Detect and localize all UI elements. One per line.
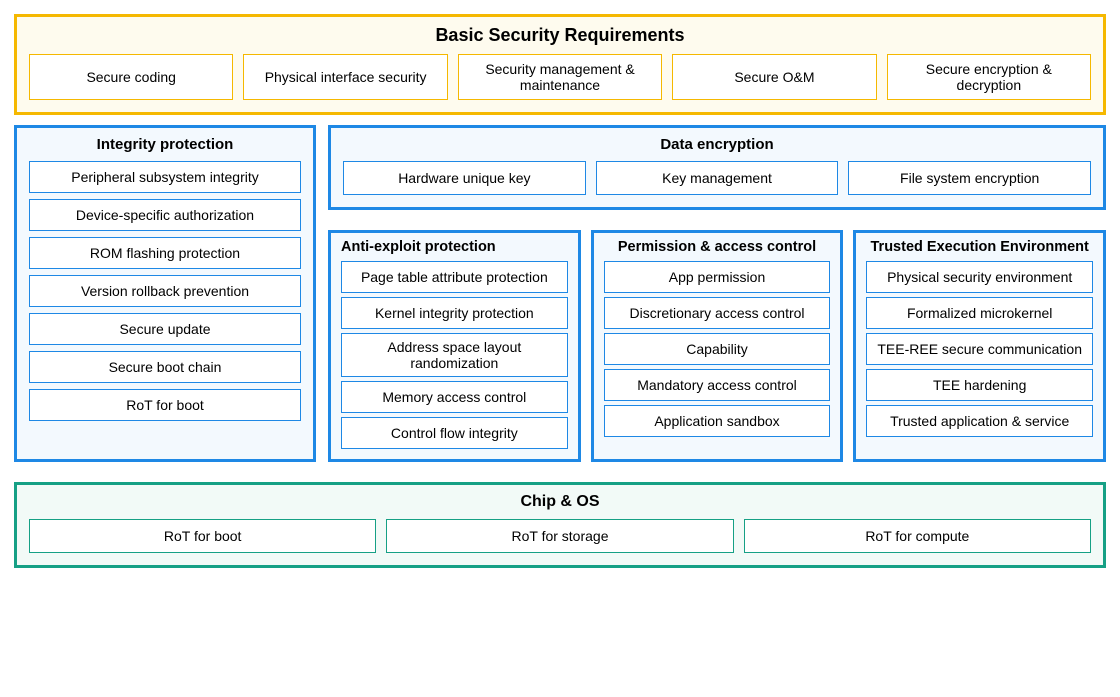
anti-exploit-item: Kernel integrity protection bbox=[341, 297, 568, 329]
basic-security-title: Basic Security Requirements bbox=[29, 25, 1091, 46]
anti-exploit-item: Page table attribute protection bbox=[341, 261, 568, 293]
permission-section: Permission & access control App permissi… bbox=[591, 230, 844, 462]
tee-item: Formalized microkernel bbox=[866, 297, 1093, 329]
chip-os-items: RoT for boot RoT for storage RoT for com… bbox=[29, 519, 1091, 553]
data-encryption-title: Data encryption bbox=[343, 136, 1091, 153]
permission-items: App permission Discretionary access cont… bbox=[604, 261, 831, 437]
integrity-item: Device-specific authorization bbox=[29, 199, 301, 231]
permission-item: App permission bbox=[604, 261, 831, 293]
tee-section: Trusted Execution Environment Physical s… bbox=[853, 230, 1106, 462]
chip-os-item: RoT for storage bbox=[386, 519, 733, 553]
chip-os-item: RoT for boot bbox=[29, 519, 376, 553]
integrity-items: Peripheral subsystem integrity Device-sp… bbox=[29, 161, 301, 421]
integrity-item: ROM flashing protection bbox=[29, 237, 301, 269]
triple-sections: Anti-exploit protection Page table attri… bbox=[328, 230, 1106, 472]
right-area: Data encryption Hardware unique key Key … bbox=[328, 125, 1106, 472]
basic-item: Secure O&M bbox=[672, 54, 876, 100]
permission-item: Application sandbox bbox=[604, 405, 831, 437]
tee-item: Trusted application & service bbox=[866, 405, 1093, 437]
chip-os-section: Chip & OS RoT for boot RoT for storage R… bbox=[14, 482, 1106, 568]
anti-exploit-title: Anti-exploit protection bbox=[341, 239, 568, 255]
permission-item: Discretionary access control bbox=[604, 297, 831, 329]
permission-item: Capability bbox=[604, 333, 831, 365]
integrity-column: Integrity protection Peripheral subsyste… bbox=[14, 125, 316, 472]
integrity-title: Integrity protection bbox=[29, 136, 301, 153]
data-encryption-section: Data encryption Hardware unique key Key … bbox=[328, 125, 1106, 210]
basic-item: Security management & maintenance bbox=[458, 54, 662, 100]
anti-exploit-items: Page table attribute protection Kernel i… bbox=[341, 261, 568, 449]
basic-security-items: Secure coding Physical interface securit… bbox=[29, 54, 1091, 100]
basic-security-section: Basic Security Requirements Secure codin… bbox=[14, 14, 1106, 115]
integrity-item: Version rollback prevention bbox=[29, 275, 301, 307]
integrity-item: Secure update bbox=[29, 313, 301, 345]
data-encryption-items: Hardware unique key Key management File … bbox=[343, 161, 1091, 195]
tee-item: TEE-REE secure communication bbox=[866, 333, 1093, 365]
tee-items: Physical security environment Formalized… bbox=[866, 261, 1093, 437]
integrity-item: RoT for boot bbox=[29, 389, 301, 421]
basic-item: Physical interface security bbox=[243, 54, 447, 100]
integrity-section: Integrity protection Peripheral subsyste… bbox=[14, 125, 316, 462]
anti-exploit-item: Control flow integrity bbox=[341, 417, 568, 449]
middle-sections: Integrity protection Peripheral subsyste… bbox=[14, 125, 1106, 472]
permission-item: Mandatory access control bbox=[604, 369, 831, 401]
integrity-item: Peripheral subsystem integrity bbox=[29, 161, 301, 193]
permission-title: Permission & access control bbox=[604, 239, 831, 255]
data-encryption-item: Hardware unique key bbox=[343, 161, 586, 195]
integrity-item: Secure boot chain bbox=[29, 351, 301, 383]
basic-item: Secure coding bbox=[29, 54, 233, 100]
anti-exploit-item: Address space layout randomization bbox=[341, 333, 568, 377]
chip-os-item: RoT for compute bbox=[744, 519, 1091, 553]
tee-title: Trusted Execution Environment bbox=[866, 239, 1093, 255]
tee-item: TEE hardening bbox=[866, 369, 1093, 401]
tee-item: Physical security environment bbox=[866, 261, 1093, 293]
anti-exploit-item: Memory access control bbox=[341, 381, 568, 413]
basic-item: Secure encryption & decryption bbox=[887, 54, 1091, 100]
chip-os-title: Chip & OS bbox=[29, 493, 1091, 511]
anti-exploit-section: Anti-exploit protection Page table attri… bbox=[328, 230, 581, 462]
data-encryption-item: Key management bbox=[596, 161, 839, 195]
data-encryption-item: File system encryption bbox=[848, 161, 1091, 195]
